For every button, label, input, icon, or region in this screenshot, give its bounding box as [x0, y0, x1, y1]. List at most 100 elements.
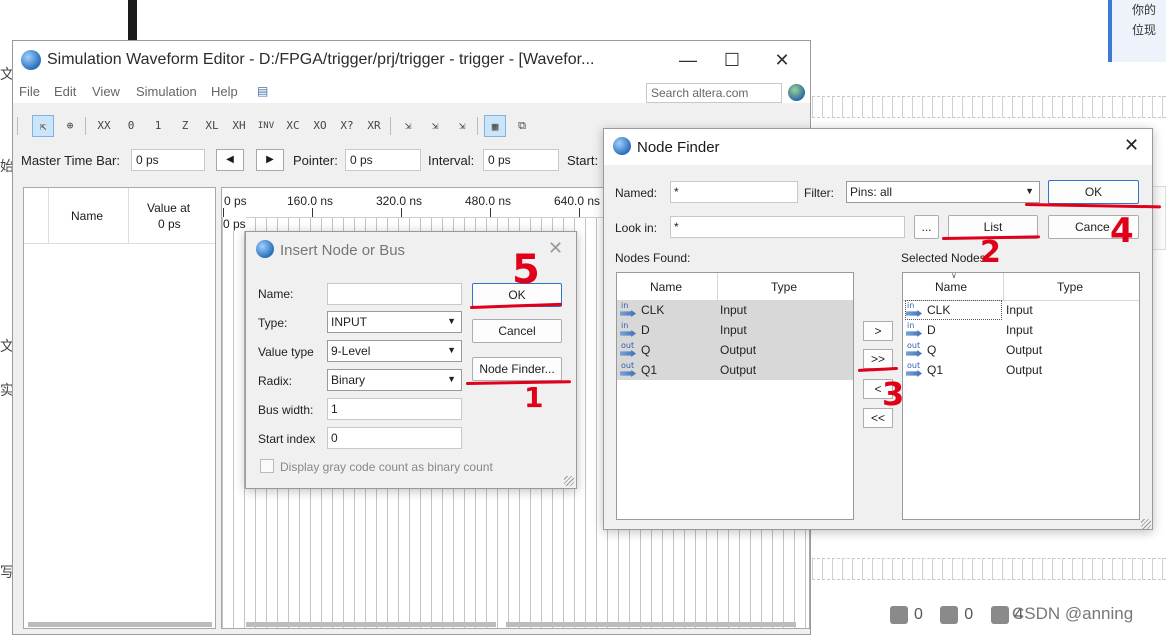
run-timing-simulation-icon[interactable]: ⇲ [424, 115, 446, 137]
interval-field[interactable]: 0 ps [483, 149, 559, 171]
menu-simulation[interactable]: Simulation [136, 84, 197, 99]
minimize-button[interactable]: — [671, 47, 705, 73]
bus-width-input[interactable]: 1 [327, 398, 462, 420]
list-item[interactable]: in CLK Input [617, 300, 853, 320]
maximize-button[interactable]: ☐ [715, 47, 749, 73]
force-weak-high-icon[interactable]: XH [228, 115, 250, 137]
feedback-icon[interactable]: ▤ [257, 84, 268, 98]
invert-icon[interactable]: INV [255, 115, 277, 137]
grid-settings-icon[interactable]: ⧉ [511, 115, 533, 137]
radix-value: Binary [331, 373, 366, 387]
force-low-icon[interactable]: 0 [120, 115, 142, 137]
column-divider [48, 188, 49, 243]
ruler-label: 0 ps [224, 194, 247, 208]
selected-nodes-list[interactable]: ∨ Name Type in CLK Input in D Input out … [902, 271, 1140, 520]
pointer-label: Pointer: [293, 153, 338, 168]
background-text: 写 [0, 565, 12, 581]
zoom-tool-icon[interactable]: ⊕ [59, 115, 81, 137]
type-select[interactable]: INPUT ▼ [327, 311, 462, 333]
selected-nodes-label: Selected Nodes: [901, 251, 990, 265]
type-column-header[interactable]: Type [1057, 280, 1083, 294]
type-value: INPUT [331, 315, 367, 329]
filter-select[interactable]: Pins: all ▼ [846, 181, 1040, 203]
node-name: CLK [927, 303, 951, 317]
browse-button[interactable]: ... [914, 215, 939, 239]
force-high-impedance-icon[interactable]: Z [174, 115, 196, 137]
radix-label: Radix: [258, 374, 293, 388]
arbitrary-value-icon[interactable]: X? [336, 115, 358, 137]
name-column-header[interactable]: Name [71, 209, 103, 223]
csdn-watermark: CSDN @anning [1012, 604, 1134, 623]
count-value-icon[interactable]: XC [282, 115, 304, 137]
name-column-header[interactable]: Name [935, 280, 967, 294]
force-weak-low-icon[interactable]: XL [201, 115, 223, 137]
run-functional-simulation-icon[interactable]: ⇲ [397, 115, 419, 137]
look-in-input[interactable]: * [670, 216, 905, 238]
list-item[interactable]: out Q1 Output [903, 360, 1139, 380]
previous-transition-button[interactable]: ◀ [216, 149, 244, 171]
next-transition-button[interactable]: ▶ [256, 149, 284, 171]
resize-grip[interactable] [1141, 519, 1151, 529]
window-titlebar: Simulation Waveform Editor - D:/FPGA/tri… [13, 41, 810, 79]
bus-width-label: Bus width: [258, 403, 314, 417]
resize-grip[interactable] [564, 476, 574, 486]
column-divider [1003, 273, 1004, 300]
horizontal-scrollbar[interactable] [28, 622, 212, 627]
gray-code-checkbox[interactable] [260, 459, 274, 473]
menu-view[interactable]: View [92, 84, 120, 99]
ok-button[interactable]: OK [1048, 180, 1139, 204]
add-all-button[interactable]: >> [863, 349, 893, 369]
dialog-title: Node Finder [637, 139, 720, 156]
quartus-logo-icon [256, 240, 274, 258]
random-values-icon[interactable]: XR [363, 115, 385, 137]
menu-help[interactable]: Help [211, 84, 238, 99]
menu-file[interactable]: File [19, 84, 40, 99]
snap-to-grid-icon[interactable]: ▦ [484, 115, 506, 137]
list-header: ∨ Name Type [903, 271, 1139, 301]
node-type: Input [1006, 303, 1033, 317]
master-time-bar-field[interactable]: 0 ps [131, 149, 205, 171]
list-item[interactable]: in CLK Input [903, 300, 1139, 320]
node-finder-button[interactable]: Node Finder... [472, 357, 562, 381]
start-index-input[interactable]: 0 [327, 427, 462, 449]
list-header: Name Type [617, 273, 853, 301]
selection-tool-icon[interactable]: ⇱ [32, 115, 54, 137]
nodes-found-list[interactable]: Name Type in CLK Input in D Input out Q … [616, 272, 854, 520]
like-icon[interactable] [890, 606, 908, 624]
list-item[interactable]: out Q Output [903, 340, 1139, 360]
list-item[interactable]: out Q Output [617, 340, 853, 360]
annotation-number-1: 1 [524, 381, 544, 414]
value-type-select[interactable]: 9-Level ▼ [327, 340, 462, 362]
horizontal-scrollbar[interactable] [506, 622, 796, 627]
close-button[interactable]: ✕ [765, 47, 799, 73]
node-type: Input [720, 323, 747, 337]
horizontal-scrollbar[interactable] [246, 622, 496, 627]
list-item[interactable]: in D Input [903, 320, 1139, 340]
force-high-icon[interactable]: 1 [147, 115, 169, 137]
generate-netlist-icon[interactable]: ⇲ [451, 115, 473, 137]
globe-icon[interactable] [788, 84, 805, 101]
name-column-header[interactable]: Name [650, 280, 682, 294]
type-column-header[interactable]: Type [771, 280, 797, 294]
force-unknown-icon[interactable]: XX [93, 115, 115, 137]
named-input[interactable]: * [670, 181, 798, 203]
pointer-field[interactable]: 0 ps [345, 149, 421, 171]
list-item[interactable]: in D Input [617, 320, 853, 340]
favorite-icon[interactable] [990, 606, 1009, 624]
cancel-button[interactable]: Cancel [472, 319, 562, 343]
nodes-found-label: Nodes Found: [615, 251, 691, 265]
name-input[interactable] [327, 283, 462, 305]
search-input[interactable]: Search altera.com [646, 83, 782, 103]
menu-edit[interactable]: Edit [54, 84, 76, 99]
close-icon[interactable]: ✕ [1124, 135, 1139, 156]
value-column-header[interactable]: Value at [147, 201, 190, 215]
close-icon[interactable]: ✕ [548, 238, 563, 259]
node-type: Input [720, 303, 747, 317]
radix-select[interactable]: Binary ▼ [327, 369, 462, 391]
column-divider [717, 273, 718, 300]
dislike-icon[interactable] [940, 606, 959, 624]
card-line: 位现 [1132, 23, 1157, 37]
add-selected-button[interactable]: > [863, 321, 893, 341]
overwrite-clock-icon[interactable]: XO [309, 115, 331, 137]
list-item[interactable]: out Q1 Output [617, 360, 853, 380]
